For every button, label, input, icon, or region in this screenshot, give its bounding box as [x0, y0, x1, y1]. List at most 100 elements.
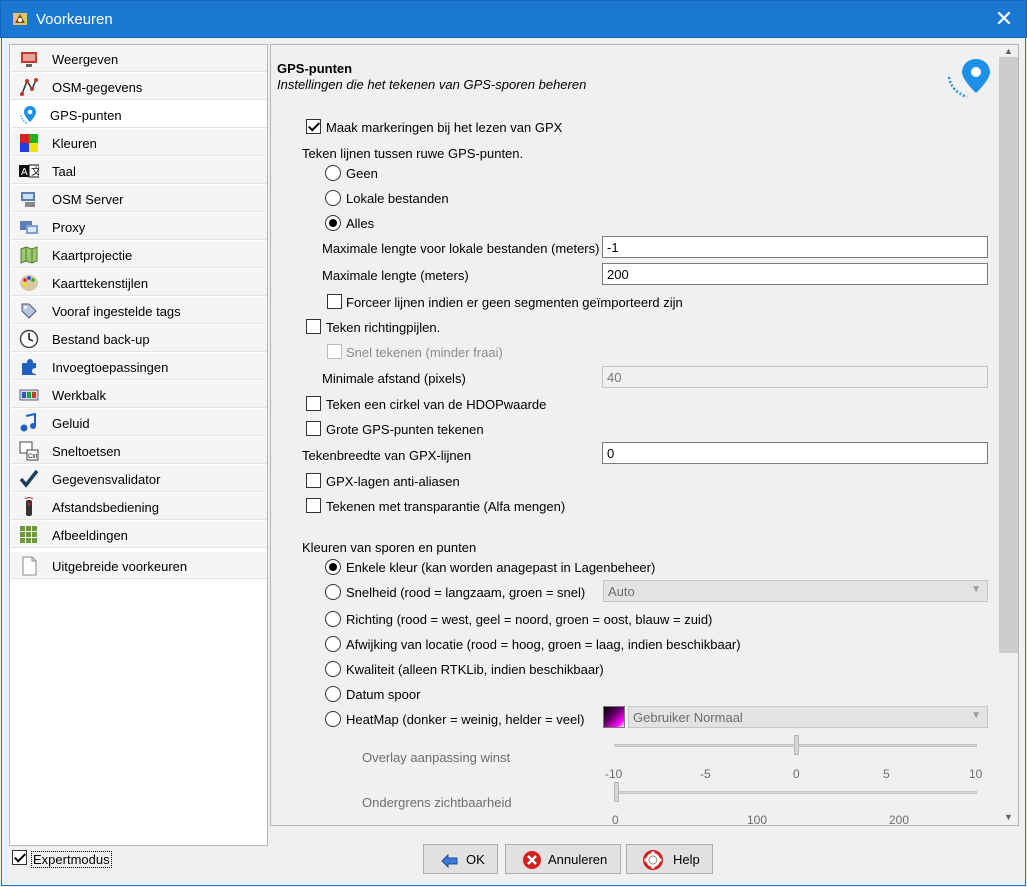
lower-tick: 0 [612, 813, 619, 827]
sidebar-item-invoegtoepassingen[interactable]: Invoegtoepassingen [11, 353, 267, 380]
overlay-tick: 5 [883, 767, 890, 781]
make-markers-checkbox[interactable] [306, 119, 321, 134]
sidebar-item-label: Kaartprojectie [52, 248, 133, 263]
map-projection-icon [20, 246, 38, 264]
lines-none-label: Geen [346, 166, 378, 181]
fast-draw-checkbox[interactable] [327, 344, 342, 359]
large-points-checkbox[interactable] [306, 421, 321, 436]
sidebar-item-uitgebreide-voorkeuren[interactable]: Uitgebreide voorkeuren [11, 552, 267, 579]
sidebar-item-label: Kleuren [52, 136, 97, 151]
heatmap-gradient-swatch [603, 706, 625, 728]
tags-icon [21, 303, 37, 319]
sidebar-item-label: Afstandsbediening [52, 500, 159, 515]
overlay-tick: 0 [793, 767, 800, 781]
heatmap-select[interactable]: Gebruiker Normaal ▼ [628, 706, 988, 728]
color-date-radio[interactable] [325, 686, 341, 702]
sidebar-item-osm-server[interactable]: OSM Server [11, 185, 267, 212]
color-heatmap-radio[interactable] [325, 711, 341, 727]
sidebar-item-werkbalk[interactable]: Werkbalk [11, 381, 267, 408]
color-quality-radio[interactable] [325, 661, 341, 677]
draw-arrows-checkbox[interactable] [306, 319, 321, 334]
sidebar-item-label: Werkbalk [52, 388, 106, 403]
sidebar-item-label: GPS-punten [50, 108, 122, 123]
min-distance-label: Minimale afstand (pixels) [322, 371, 466, 386]
draw-lines-heading: Teken lijnen tussen ruwe GPS-punten. [302, 146, 524, 161]
cancel-button[interactable]: Annuleren [505, 844, 621, 874]
sidebar-item-weergeven[interactable]: Weergeven [11, 45, 267, 72]
lower-visibility-slider-thumb[interactable] [614, 782, 619, 802]
sidebar-item-kleuren[interactable]: Kleuren [11, 129, 267, 156]
sidebar-item-label: Geluid [52, 416, 90, 431]
toolbar-icon [19, 389, 39, 401]
color-date-label: Datum spoor [346, 687, 421, 702]
sidebar-item-bestand-back-up[interactable]: Bestand back-up [11, 325, 267, 352]
sidebar-item-gegevensvalidator[interactable]: Gegevensvalidator [11, 465, 267, 492]
sidebar-item-proxy[interactable]: Proxy [11, 213, 267, 240]
sidebar-item-gps-punten[interactable]: GPS-punten [11, 101, 267, 128]
sidebar-item-kaarttekenstijlen[interactable]: Kaarttekenstijlen [11, 269, 267, 296]
lines-all-radio[interactable] [325, 215, 341, 231]
sidebar-item-label: Taal [52, 164, 76, 179]
sidebar-item-afbeeldingen[interactable]: Afbeeldingen [11, 521, 267, 548]
sidebar-item-geluid[interactable]: Geluid [11, 409, 267, 436]
gpx-line-width-input[interactable] [602, 442, 988, 464]
overlay-gain-slider-thumb[interactable] [793, 735, 799, 755]
color-speed-label: Snelheid (rood = langzaam, groen = snel) [346, 585, 586, 600]
title-bar: Voorkeuren ✕ [0, 0, 1027, 38]
heatmap-select-value: Gebruiker Normaal [633, 710, 743, 725]
sidebar-item-kaartprojectie[interactable]: Kaartprojectie [11, 241, 267, 268]
alpha-blend-checkbox[interactable] [306, 498, 321, 513]
help-button[interactable]: Help [626, 844, 713, 874]
lines-none-radio[interactable] [325, 165, 341, 181]
color-speed-radio[interactable] [325, 584, 341, 600]
expert-mode-label[interactable]: Expertmodus [31, 851, 112, 868]
sidebar-item-taal[interactable]: A 文 Taal [11, 157, 267, 184]
color-deviation-radio[interactable] [325, 636, 341, 652]
svg-text:文: 文 [31, 165, 39, 178]
overlay-tick: -5 [700, 767, 711, 781]
sidebar-item-osm-gegevens[interactable]: OSM-gegevens [11, 73, 267, 100]
sidebar-item-afstandsbediening[interactable]: Afstandsbediening [11, 493, 267, 520]
antialias-checkbox[interactable] [306, 473, 321, 488]
lower-visibility-label: Ondergrens zichtbaarheid [362, 795, 512, 810]
close-button[interactable]: ✕ [992, 8, 1016, 32]
sidebar-item-label: Afbeeldingen [52, 528, 128, 543]
color-single-radio[interactable] [325, 559, 341, 575]
colors-heading: Kleuren van sporen en punten [302, 540, 477, 555]
scrollbar-thumb[interactable] [999, 57, 1018, 653]
cancel-button-label: Annuleren [548, 852, 608, 867]
colors-icon [20, 134, 38, 152]
lifebuoy-help-icon [643, 850, 663, 870]
server-icon [21, 192, 35, 207]
sidebar-item-sneltoetsen[interactable]: Ctrl Sneltoetsen [11, 437, 267, 464]
color-direction-radio[interactable] [325, 611, 341, 627]
hdop-circle-checkbox[interactable] [306, 396, 321, 411]
ok-button-label: OK [466, 852, 485, 867]
lines-local-radio[interactable] [325, 190, 341, 206]
speed-select[interactable]: Auto ▼ [603, 580, 988, 602]
svg-text:A: A [21, 167, 28, 178]
window-title: Voorkeuren [36, 11, 113, 28]
max-length-local-input[interactable] [602, 236, 988, 258]
panel-subtitle: Instellingen die het tekenen van GPS-spo… [277, 77, 587, 92]
force-lines-checkbox[interactable] [327, 294, 342, 309]
scroll-up-icon[interactable]: ▲ [1003, 47, 1014, 56]
expert-mode-checkbox[interactable] [12, 850, 27, 865]
antialias-label: GPX-lagen anti-aliasen [326, 474, 460, 489]
max-length-input[interactable] [602, 263, 988, 285]
sound-icon [20, 413, 36, 432]
proxy-icon [20, 221, 38, 234]
gps-pin-icon [20, 106, 36, 125]
max-length-label: Maximale lengte (meters) [322, 268, 469, 283]
sidebar-item-vooraf-ingestelde-tags[interactable]: Vooraf ingestelde tags [11, 297, 267, 324]
sidebar-item-label: OSM-gegevens [52, 80, 143, 95]
min-distance-input[interactable] [602, 366, 988, 388]
sidebar-item-label: Sneltoetsen [52, 444, 121, 459]
fast-draw-label: Snel tekenen (minder fraai) [346, 345, 503, 360]
sidebar-item-label: Vooraf ingestelde tags [52, 304, 181, 319]
remote-control-icon [24, 497, 34, 516]
lower-visibility-slider-track[interactable] [614, 791, 977, 794]
chevron-down-icon: ▼ [971, 584, 981, 595]
ok-button[interactable]: OK [423, 844, 498, 874]
scroll-down-icon[interactable]: ▼ [1003, 813, 1014, 822]
